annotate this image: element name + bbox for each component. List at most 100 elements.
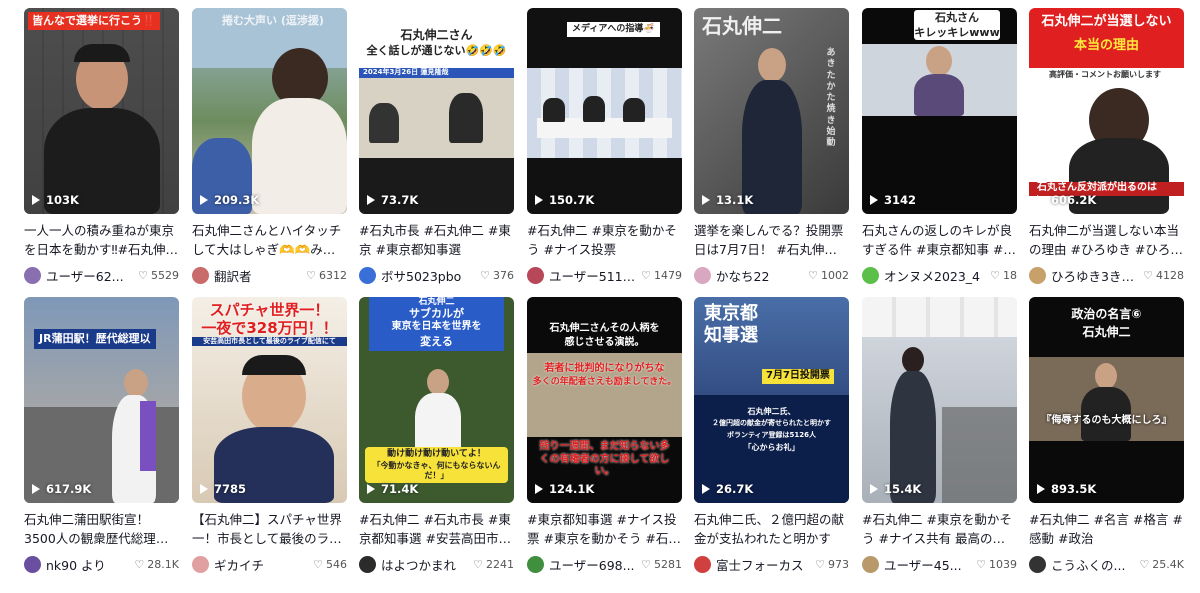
video-caption[interactable]: 石丸伸二が当選しない本当の理由 #ひろゆき #ひろゆき切り抜き	[1029, 221, 1184, 259]
video-caption[interactable]: #石丸伸二 #名言 #格言 #感動 #政治	[1029, 510, 1184, 548]
avatar[interactable]	[192, 555, 209, 573]
video-card[interactable]: 石丸伸二さん 全く話しが通じない🤣🤣🤣 2024年3月26日 蓮見隆哉 73.7…	[359, 8, 514, 284]
author-name[interactable]: ユーザー45...	[884, 555, 972, 574]
heart-icon: ♡	[808, 268, 818, 282]
video-thumbnail[interactable]: 政治の名言⑥ 石丸伸二 『侮辱するのも大概にしろ』 893.5K	[1029, 297, 1184, 503]
video-card[interactable]: 石丸伸二が当選しない 本当の理由 高評価・コメントお願いします 石丸さん反対派が…	[1029, 8, 1184, 284]
thumbnail-overlay-text: 残り一週間、まだ知らない多くの有権者の方に接して欲しい。	[539, 441, 670, 477]
like-count: ♡ 25.4K	[1139, 557, 1184, 571]
video-thumbnail[interactable]: 石丸伸二が当選しない 本当の理由 高評価・コメントお願いします 石丸さん反対派が…	[1029, 8, 1184, 214]
video-card[interactable]: 皆んなで選挙に行こう‼️ 103K 一人一人の積み重ねが東京を日本を動かす‼#石…	[24, 8, 179, 284]
play-icon	[702, 195, 710, 205]
video-thumbnail[interactable]: 石丸伸二さん 全く話しが通じない🤣🤣🤣 2024年3月26日 蓮見隆哉 73.7…	[359, 8, 514, 214]
video-caption[interactable]: 石丸伸二さんとハイタッチして大はしゃぎ🫶🫶みんなの声援	[192, 221, 347, 259]
video-thumbnail[interactable]: JR蒲田駅！歴代総理以 617.9K	[24, 297, 179, 503]
author-name[interactable]: ユーザー62...	[46, 266, 134, 285]
video-caption[interactable]: 石丸伸二蒲田駅街宣！3500人の観衆歴代総理以上	[24, 510, 179, 548]
video-thumbnail[interactable]: 東京都 知事選 7月7日投開票 石丸伸二氏、 ２億円超の献金が寄せられたと明かす…	[694, 297, 849, 503]
video-thumbnail[interactable]: 石丸伸二 サブカルが 東京を日本を世界を 変える 動け動け動け動いてよ！ 「今動…	[359, 297, 514, 503]
video-caption[interactable]: #東京都知事選 #ナイス投票 #東京を動かそう #石丸伸二	[527, 510, 682, 548]
like-count: ♡ 4128	[1143, 268, 1184, 282]
heart-icon: ♡	[138, 268, 148, 282]
video-thumbnail[interactable]: 捲む大声い (逗渉援) 209.3K	[192, 8, 347, 214]
author-name[interactable]: ギカイチ	[214, 555, 309, 574]
avatar[interactable]	[1029, 266, 1046, 284]
heart-icon: ♡	[134, 557, 145, 571]
heart-icon: ♡	[480, 268, 490, 282]
video-card[interactable]: メディアへの指導🍜 150.7K #石丸伸二 #東京を動かそう #ナイス投票 ユ…	[527, 8, 682, 284]
avatar[interactable]	[24, 266, 41, 284]
avatar[interactable]	[359, 555, 376, 573]
avatar[interactable]	[192, 266, 209, 284]
video-card[interactable]: JR蒲田駅！歴代総理以 617.9K 石丸伸二蒲田駅街宣！3500人の観衆歴代総…	[24, 297, 179, 573]
video-thumbnail[interactable]: 15.4K	[862, 297, 1017, 503]
thumbnail-overlay-text: 石丸伸二	[702, 14, 782, 38]
view-count: 617.9K	[32, 482, 91, 496]
video-card[interactable]: 捲む大声い (逗渉援) 209.3K 石丸伸二さんとハイタッチして大はしゃぎ🫶🫶…	[192, 8, 347, 284]
video-caption[interactable]: 一人一人の積み重ねが東京を日本を動かす‼#石丸伸二 #石丸伸二さん	[24, 221, 179, 259]
play-icon	[200, 484, 208, 494]
thumbnail-overlay-text: サブカルが	[409, 307, 464, 320]
avatar[interactable]	[527, 266, 544, 284]
avatar[interactable]	[527, 555, 544, 573]
avatar[interactable]	[1029, 555, 1046, 573]
video-thumbnail[interactable]: 石丸伸二さんその人柄を 感じさせる演説。 若者に批判的になりがちな 多くの年配者…	[527, 297, 682, 503]
play-icon	[1037, 195, 1045, 205]
video-caption[interactable]: 石丸さんの返しのキレが良すぎる件 #東京都知事 #石丸伸二	[862, 221, 1017, 259]
author-name[interactable]: はよつかまれ	[381, 555, 469, 574]
video-thumbnail[interactable]: 石丸さん キレッキレwww 3142	[862, 8, 1017, 214]
author-name[interactable]: ユーザー5111...	[549, 266, 637, 285]
video-card[interactable]: 石丸伸二 サブカルが 東京を日本を世界を 変える 動け動け動け動いてよ！ 「今動…	[359, 297, 514, 573]
video-caption[interactable]: #石丸伸二 #石丸市長 #東京都知事選 #安芸高田市 #東京を動かそう	[359, 510, 514, 548]
video-card[interactable]: 石丸さん キレッキレwww 3142 石丸さんの返しのキレが良すぎる件 #東京都…	[862, 8, 1017, 284]
thumbnail-overlay-text: 知事選	[704, 325, 758, 346]
video-caption[interactable]: #石丸伸二 #東京を動かそう #ナイス共有 最高の結果	[862, 510, 1017, 548]
thumbnail-overlay-text: 石丸伸二が当選しない	[1041, 14, 1172, 29]
avatar[interactable]	[359, 266, 376, 284]
video-caption[interactable]: 選挙を楽しんでる？投開票日は7月7日！ #石丸伸二 #東京都知事選	[694, 221, 849, 259]
video-thumbnail[interactable]: スパチャ世界一！ 一夜で328万円！！ 安芸高田市長として最後のライブ配信にて …	[192, 297, 347, 503]
view-count: 73.7K	[367, 193, 418, 207]
video-meta: ユーザー698... ♡ 5281	[527, 555, 682, 573]
thumbnail-overlay-text: 一夜で328万円！！	[201, 319, 338, 337]
author-name[interactable]: ひろゆき3きき...	[1051, 266, 1139, 285]
author-name[interactable]: こうふくの...	[1051, 555, 1135, 574]
video-thumbnail[interactable]: 皆んなで選挙に行こう‼️ 103K	[24, 8, 179, 214]
author-name[interactable]: ボサ5023pbo	[381, 266, 476, 285]
heart-icon: ♡	[306, 268, 316, 282]
avatar[interactable]	[24, 555, 41, 573]
heart-icon: ♡	[1139, 557, 1150, 571]
avatar[interactable]	[694, 266, 711, 284]
video-caption[interactable]: #石丸市長 #石丸伸二 #東京 #東京都知事選	[359, 221, 514, 259]
author-name[interactable]: 翻訳者	[214, 266, 302, 285]
video-meta: ユーザー62... ♡ 5529	[24, 266, 179, 284]
video-card[interactable]: 石丸伸二さんその人柄を 感じさせる演説。 若者に批判的になりがちな 多くの年配者…	[527, 297, 682, 573]
author-name[interactable]: nk90 より	[46, 555, 130, 574]
avatar[interactable]	[694, 555, 711, 573]
video-caption[interactable]: #石丸伸二 #東京を動かそう #ナイス投票	[527, 221, 682, 259]
video-caption[interactable]: 石丸伸二氏、２億円超の献金が支払われたと明かす	[694, 510, 849, 548]
video-thumbnail[interactable]: メディアへの指導🍜 150.7K	[527, 8, 682, 214]
video-meta: 翻訳者 ♡ 6312	[192, 266, 347, 284]
play-icon	[200, 195, 208, 205]
author-name[interactable]: 富士フォーカス	[716, 555, 811, 574]
author-name[interactable]: オンヌメ2023_4	[884, 266, 986, 285]
view-count: 124.1K	[535, 482, 594, 496]
avatar[interactable]	[862, 555, 879, 573]
video-card[interactable]: 15.4K #石丸伸二 #東京を動かそう #ナイス共有 最高の結果 ユーザー45…	[862, 297, 1017, 573]
video-card[interactable]: 政治の名言⑥ 石丸伸二 『侮辱するのも大概にしろ』 893.5K #石丸伸二 #…	[1029, 297, 1184, 573]
thumbnail-overlay-text: あきたかた焼き 始動	[826, 48, 836, 148]
video-card[interactable]: スパチャ世界一！ 一夜で328万円！！ 安芸高田市長として最後のライブ配信にて …	[192, 297, 347, 573]
thumbnail-overlay-text: 『侮辱するのも大概にしろ』	[1041, 415, 1172, 426]
view-count: 71.4K	[367, 482, 418, 496]
author-name[interactable]: かなち22	[716, 266, 804, 285]
video-thumbnail[interactable]: 石丸伸二 あきたかた焼き 始動 13.1K	[694, 8, 849, 214]
thumbnail-overlay-text: 「心からお礼」	[743, 443, 800, 452]
video-card[interactable]: 東京都 知事選 7月7日投開票 石丸伸二氏、 ２億円超の献金が寄せられたと明かす…	[694, 297, 849, 573]
like-count: ♡ 1002	[808, 268, 849, 282]
video-card[interactable]: 石丸伸二 あきたかた焼き 始動 13.1K 選挙を楽しんでる？投開票日は7月7日…	[694, 8, 849, 284]
heart-icon: ♡	[815, 557, 825, 571]
author-name[interactable]: ユーザー698...	[549, 555, 637, 574]
avatar[interactable]	[862, 266, 879, 284]
video-caption[interactable]: 【石丸伸二】スパチャ世界一！市長として最後のライブ配信	[192, 510, 347, 548]
